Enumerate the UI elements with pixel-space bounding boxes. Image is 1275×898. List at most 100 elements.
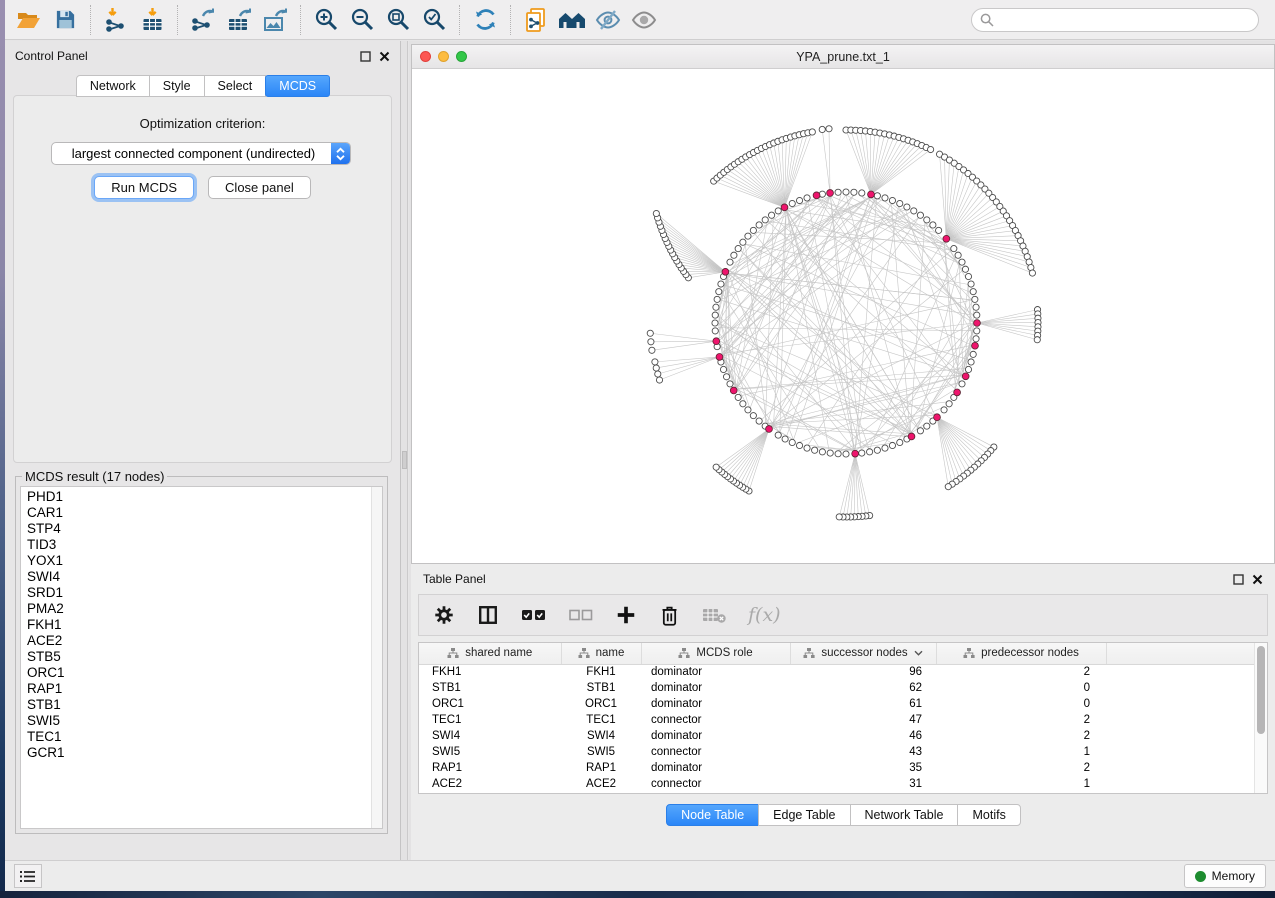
delete-column-trash-icon[interactable]	[659, 604, 680, 627]
mcds-result-item[interactable]: GCR1	[27, 745, 382, 761]
export-network-button[interactable]	[185, 3, 221, 37]
dominator-node[interactable]	[852, 450, 859, 457]
mcds-result-scrollbar[interactable]	[371, 487, 382, 828]
memory-button[interactable]: Memory	[1184, 864, 1266, 888]
mcds-result-item[interactable]: TEC1	[27, 729, 382, 745]
table-options-gear-icon[interactable]	[433, 604, 455, 626]
table-row[interactable]: FKH1FKH1dominator962	[419, 664, 1267, 680]
column-header-shared-name[interactable]: shared name	[419, 643, 561, 664]
zoom-selected-button[interactable]	[416, 3, 452, 37]
dominator-node[interactable]	[781, 204, 788, 211]
first-neighbors-button[interactable]	[554, 3, 590, 37]
delete-table-icon[interactable]	[702, 606, 726, 624]
mcds-result-item[interactable]: PMA2	[27, 601, 382, 617]
export-image-button[interactable]	[257, 3, 293, 37]
zoom-fit-button[interactable]	[380, 3, 416, 37]
mcds-result-item[interactable]: STP4	[27, 521, 382, 537]
dominator-node[interactable]	[974, 320, 981, 327]
function-builder-icon[interactable]: f(x)	[748, 604, 781, 626]
close-panel-icon[interactable]	[379, 51, 390, 62]
network-graph[interactable]	[412, 69, 1274, 558]
dominator-node[interactable]	[813, 192, 820, 199]
mcds-result-item[interactable]: STB5	[27, 649, 382, 665]
mcds-result-item[interactable]: CAR1	[27, 505, 382, 521]
mcds-result-item[interactable]: FKH1	[27, 617, 382, 633]
select-all-icon[interactable]	[521, 606, 547, 624]
optimization-select[interactable]: largest connected component (undirected)	[51, 142, 351, 165]
mcds-result-item[interactable]: TID3	[27, 537, 382, 553]
vertical-splitter[interactable]	[401, 41, 408, 860]
column-header-predecessor-nodes[interactable]: predecessor nodes	[936, 643, 1106, 664]
table-row[interactable]: ACE2ACE2connector311	[419, 776, 1267, 792]
table-scrollbar[interactable]	[1254, 643, 1267, 793]
mcds-result-item[interactable]: RAP1	[27, 681, 382, 697]
close-panel-icon[interactable]	[1252, 574, 1263, 585]
export-table-button[interactable]	[221, 3, 257, 37]
zoom-in-button[interactable]	[308, 3, 344, 37]
mcds-result-item[interactable]: PHD1	[27, 489, 382, 505]
open-file-button[interactable]	[11, 3, 47, 37]
mcds-result-item[interactable]: ORC1	[27, 665, 382, 681]
table-row[interactable]: ORC1ORC1dominator610	[419, 696, 1267, 712]
column-header-name[interactable]: name	[561, 643, 641, 664]
tab-mcds[interactable]: MCDS	[265, 75, 330, 97]
dominator-node[interactable]	[868, 191, 875, 198]
dominator-node[interactable]	[722, 268, 729, 275]
dominator-node[interactable]	[730, 387, 737, 394]
hide-selected-button[interactable]	[590, 3, 626, 37]
mcds-result-item[interactable]: SWI4	[27, 569, 382, 585]
mcds-result-item[interactable]: SWI5	[27, 713, 382, 729]
dominator-node[interactable]	[766, 426, 773, 433]
zoom-out-button[interactable]	[344, 3, 380, 37]
mcds-result-item[interactable]: STB1	[27, 697, 382, 713]
dominator-node[interactable]	[954, 389, 961, 396]
dominator-node[interactable]	[827, 190, 834, 197]
column-header-successor-nodes[interactable]: successor nodes	[790, 643, 936, 664]
dominator-node[interactable]	[962, 373, 969, 380]
refresh-view-button[interactable]	[467, 3, 503, 37]
dominator-node[interactable]	[716, 354, 723, 361]
run-mcds-button[interactable]: Run MCDS	[94, 176, 194, 199]
tab-network-table[interactable]: Network Table	[850, 804, 959, 826]
table-row[interactable]: SWI4SWI4dominator462	[419, 728, 1267, 744]
new-network-from-selection-button[interactable]	[518, 3, 554, 37]
dominator-node[interactable]	[713, 338, 720, 345]
mcds-result-item[interactable]: ACE2	[27, 633, 382, 649]
add-column-icon[interactable]	[615, 604, 637, 626]
tab-network[interactable]: Network	[76, 75, 150, 97]
search-box[interactable]	[971, 8, 1259, 32]
mcds-result-list[interactable]: PHD1CAR1STP4TID3YOX1SWI4SRD1PMA2FKH1ACE2…	[20, 486, 383, 829]
table-row[interactable]: RAP1RAP1dominator352	[419, 760, 1267, 776]
import-table-button[interactable]	[134, 3, 170, 37]
dominator-node[interactable]	[908, 433, 915, 440]
tab-edge-table[interactable]: Edge Table	[758, 804, 850, 826]
import-network-button[interactable]	[98, 3, 134, 37]
dominator-node[interactable]	[943, 235, 950, 242]
tab-motifs[interactable]: Motifs	[957, 804, 1020, 826]
show-all-button[interactable]	[626, 3, 662, 37]
search-input[interactable]	[999, 13, 1250, 27]
float-panel-icon[interactable]	[360, 51, 371, 62]
table-row[interactable]: YOX1YOX1connector291	[419, 792, 1267, 794]
table-row[interactable]: TEC1TEC1connector472	[419, 712, 1267, 728]
mcds-result-item[interactable]: YOX1	[27, 553, 382, 569]
float-panel-icon[interactable]	[1233, 574, 1244, 585]
show-columns-icon[interactable]	[477, 604, 499, 626]
tab-style[interactable]: Style	[149, 75, 205, 97]
cell-blank	[1106, 696, 1267, 712]
save-session-button[interactable]	[47, 3, 83, 37]
task-history-button[interactable]	[14, 864, 42, 888]
tab-select[interactable]: Select	[204, 75, 267, 97]
column-header-MCDS-role[interactable]: MCDS role	[641, 643, 790, 664]
close-panel-button[interactable]: Close panel	[208, 176, 311, 199]
dominator-node[interactable]	[934, 414, 941, 421]
dominator-node[interactable]	[972, 342, 979, 349]
table-row[interactable]: SWI5SWI5connector431	[419, 744, 1267, 760]
network-view[interactable]	[412, 69, 1274, 558]
table-scrollbar-thumb[interactable]	[1257, 646, 1265, 734]
table-row[interactable]: STB1STB1dominator620	[419, 680, 1267, 696]
splitter-grip[interactable]	[402, 451, 407, 469]
tab-node-table[interactable]: Node Table	[666, 804, 759, 826]
deselect-all-icon[interactable]	[569, 607, 593, 623]
mcds-result-item[interactable]: SRD1	[27, 585, 382, 601]
